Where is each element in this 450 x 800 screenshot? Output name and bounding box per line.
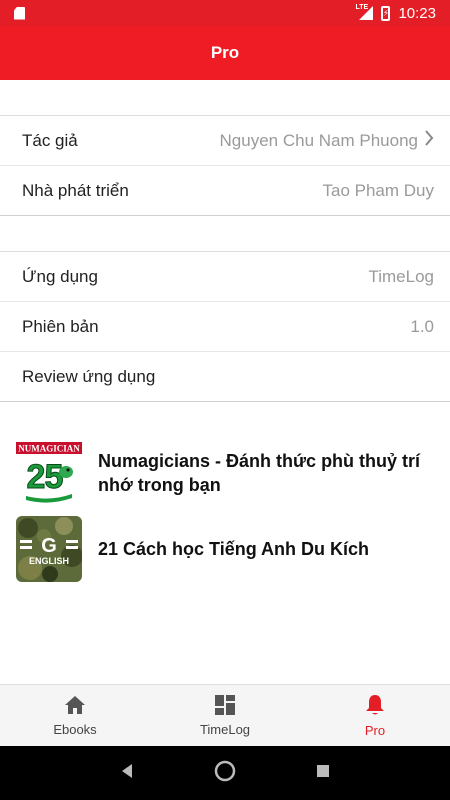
svg-text:G: G: [41, 535, 57, 557]
nav-item-timelog[interactable]: TimeLog: [150, 685, 300, 746]
nav-label: TimeLog: [199, 721, 251, 737]
nav-item-ebooks[interactable]: Ebooks: [0, 685, 150, 746]
app-label: Ứng dụng: [22, 266, 98, 286]
section-spacer: [0, 80, 450, 116]
numagicians-logo-text: NUMAGICIAN: [18, 444, 80, 454]
promo-item-english[interactable]: G ENGLISH 21 Cách học Tiếng Anh Du Kích: [0, 516, 450, 582]
author-row[interactable]: Tác giả Nguyen Chu Nam Phuong: [0, 116, 450, 166]
numagicians-logo-icon: NUMAGICIAN 2 5: [16, 440, 82, 506]
sd-card-icon: [14, 6, 25, 20]
promo-title: Numagicians - Đánh thức phù thuỷ trí nhớ…: [98, 451, 421, 495]
content: Tác giả Nguyen Chu Nam Phuong Nhà phát t…: [0, 80, 450, 684]
nav-item-pro[interactable]: Pro: [300, 685, 450, 746]
page-title: Pro: [210, 43, 240, 62]
english-logo-text: ENGLISH: [29, 556, 69, 566]
dashboard-icon: [215, 694, 235, 718]
developer-label: Nhà phát triển: [22, 180, 129, 200]
promo-item-numagicians[interactable]: NUMAGICIAN 2 5 Numagicians - Đánh thức p…: [0, 440, 450, 506]
review-label: Review ứng dụng: [22, 366, 156, 386]
home-button-icon[interactable]: [214, 760, 236, 787]
author-value: Nguyen Chu Nam Phuong: [219, 130, 418, 150]
app-value: TimeLog: [368, 266, 434, 286]
english-logo-icon: G ENGLISH: [16, 516, 83, 582]
system-nav-bar: [0, 746, 450, 800]
section-spacer: [0, 216, 450, 252]
version-row: Phiên bản 1.0: [0, 302, 450, 352]
home-icon: [64, 695, 86, 718]
nav-label: Pro: [364, 722, 386, 738]
version-label: Phiên bản: [22, 316, 99, 336]
developer-value: Tao Pham Duy: [322, 180, 435, 200]
lte-signal-icon: LTE: [355, 4, 374, 20]
promo-title: 21 Cách học Tiếng Anh Du Kích: [98, 539, 370, 559]
chevron-right-icon: [424, 130, 434, 151]
battery-icon: ⚡: [381, 5, 391, 21]
svg-text:2: 2: [27, 458, 46, 496]
app-bar: Pro: [0, 26, 450, 80]
bottom-nav: Ebooks TimeLog Pro: [0, 684, 450, 746]
recents-icon[interactable]: [315, 763, 331, 784]
clock: 10:23: [398, 4, 436, 22]
app-row: Ứng dụng TimeLog: [0, 252, 450, 302]
developer-row: Nhà phát triển Tao Pham Duy: [0, 166, 450, 216]
svg-text:5: 5: [45, 458, 64, 496]
version-value: 1.0: [410, 316, 434, 336]
back-icon[interactable]: [119, 763, 135, 784]
nav-label: Ebooks: [53, 721, 97, 737]
author-label: Tác giả: [22, 130, 78, 150]
status-bar: LTE ⚡ 10:23: [0, 0, 450, 26]
review-row[interactable]: Review ứng dụng: [0, 352, 450, 402]
bell-icon: [365, 694, 385, 719]
